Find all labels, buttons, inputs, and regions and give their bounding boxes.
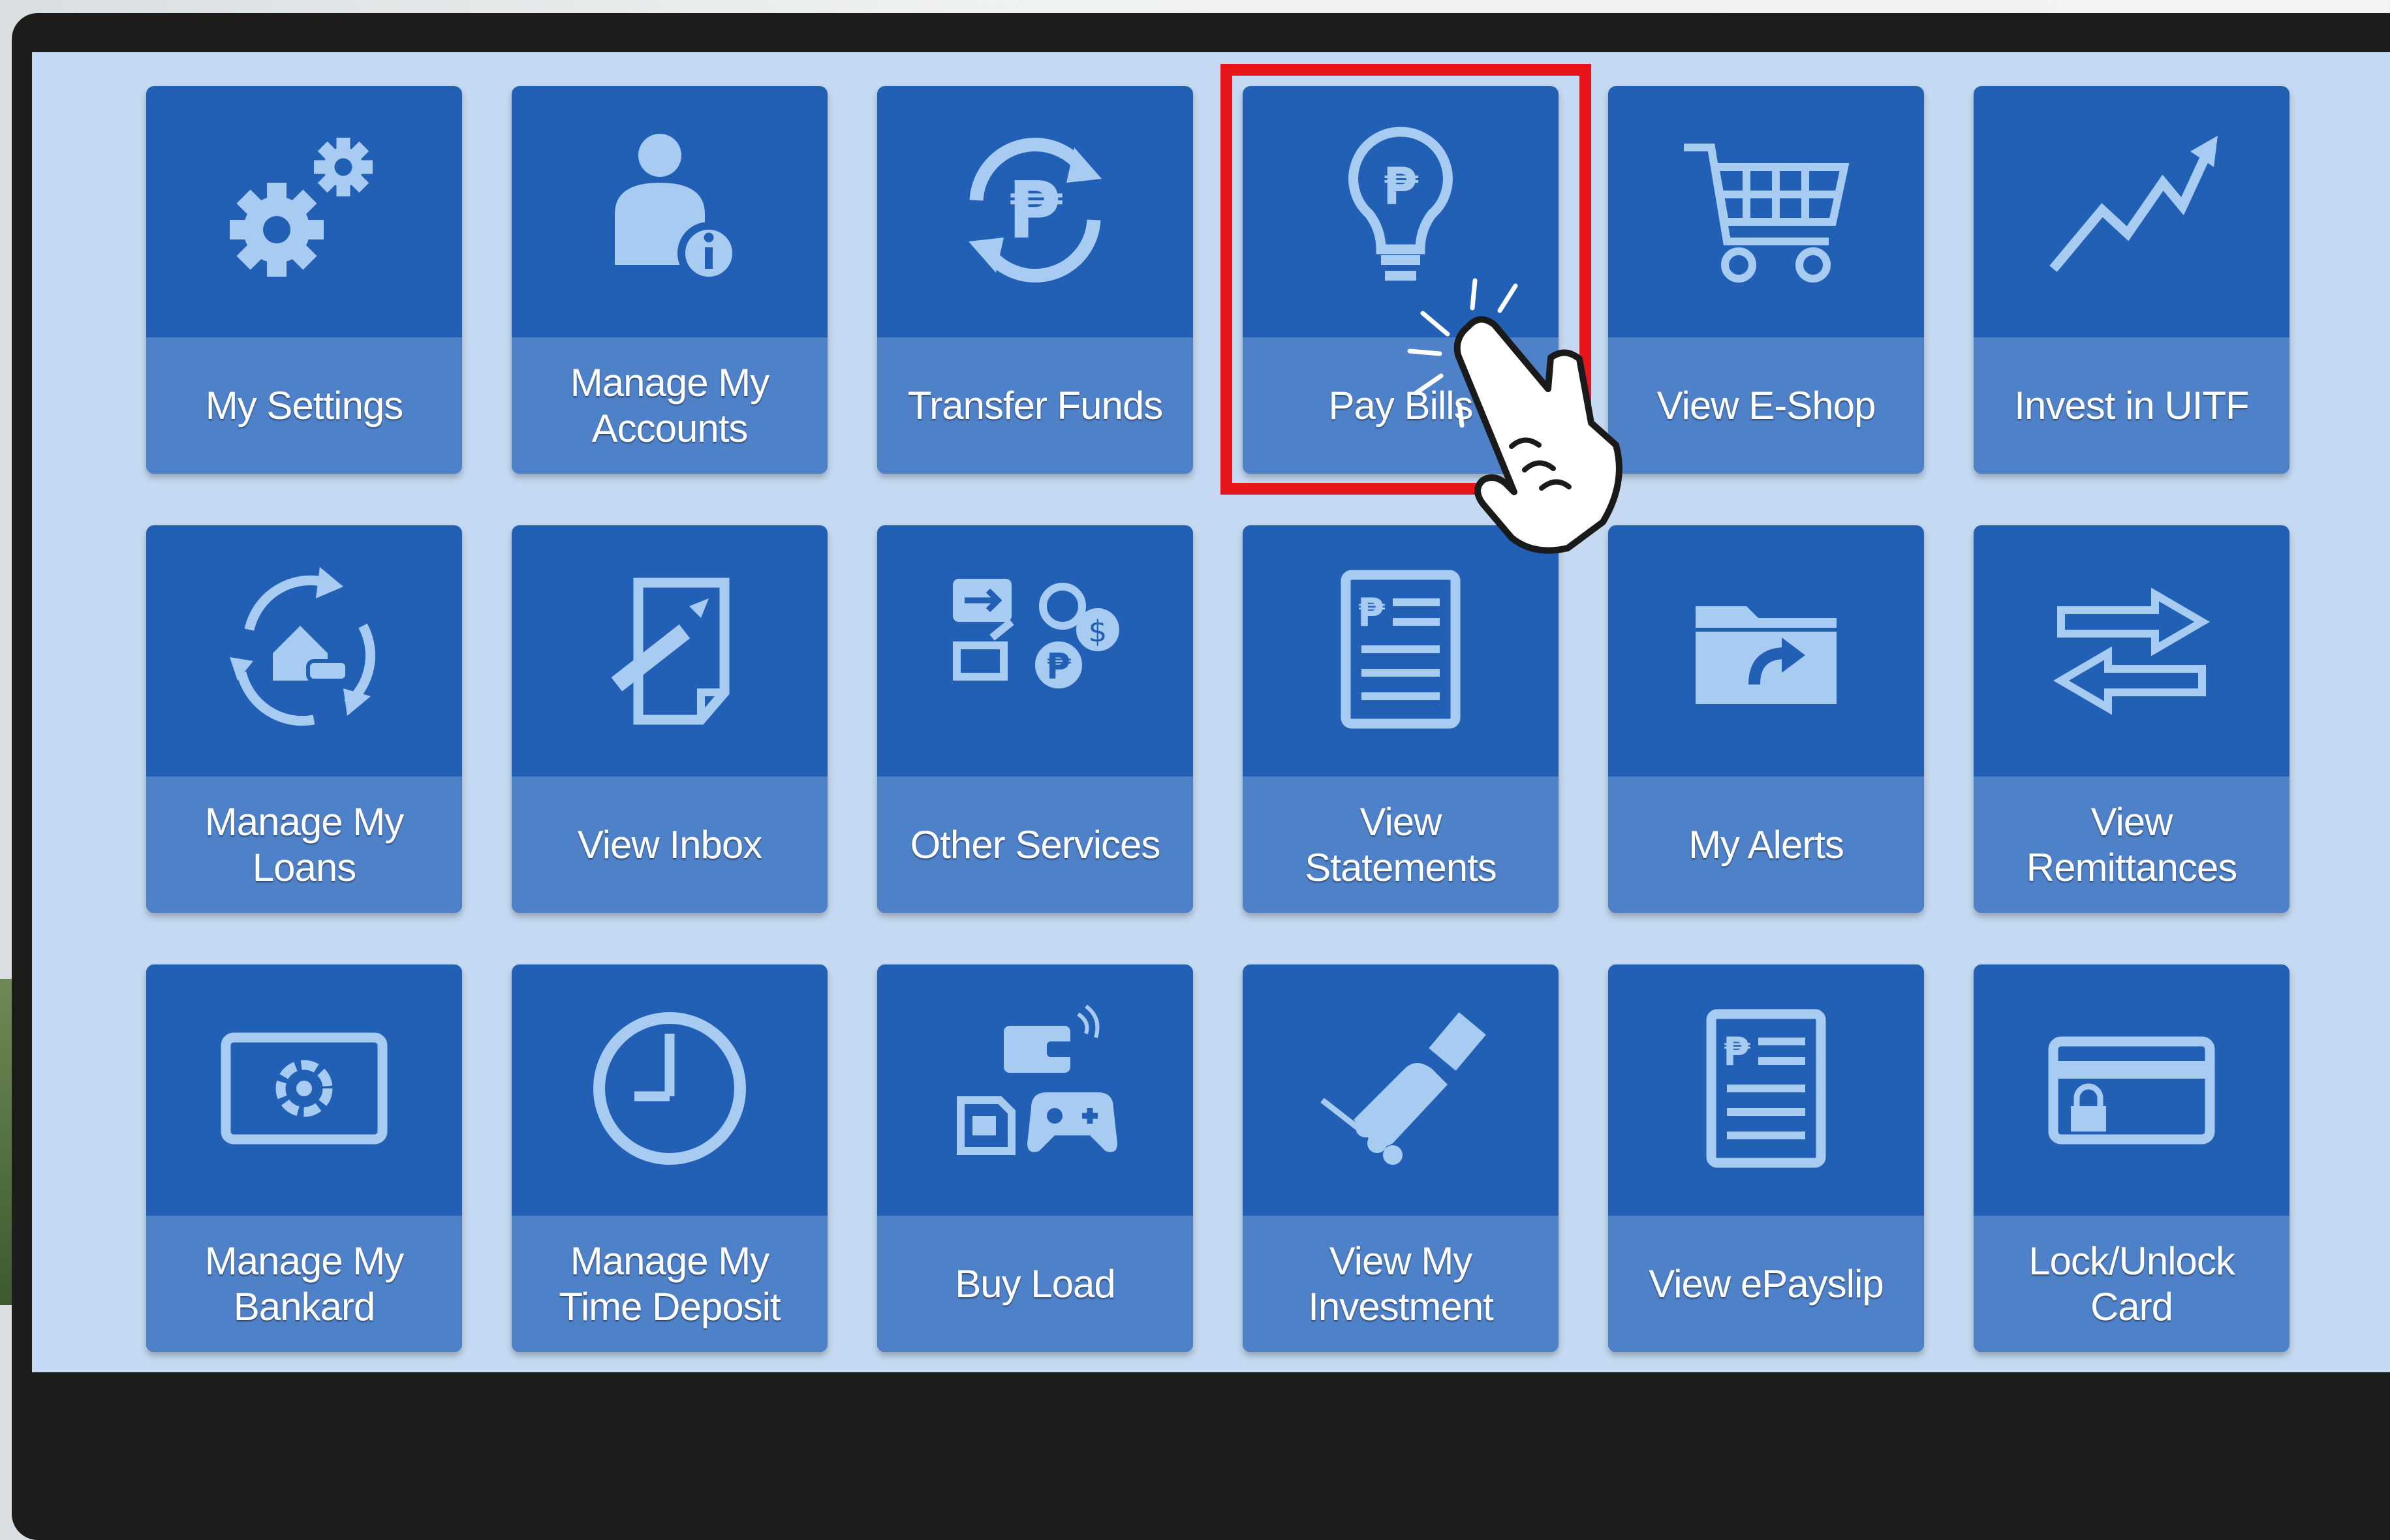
card-lock-icon — [2034, 991, 2229, 1190]
tile-label: Manage My Accounts — [570, 360, 769, 450]
house-car-cycle-icon — [206, 551, 402, 750]
tile-view-my-investment[interactable]: View My Investment — [1243, 964, 1559, 1352]
svg-text:₱: ₱ — [1723, 1029, 1750, 1075]
trend-up-icon — [2034, 112, 2229, 311]
tile-view-remittances[interactable]: View Remittances — [1974, 525, 2289, 913]
tile-buy-load[interactable]: Buy Load — [877, 964, 1193, 1352]
tile-label: View Statements — [1305, 799, 1497, 889]
tile-label: View ePayslip — [1649, 1261, 1884, 1306]
tile-transfer-funds[interactable]: ₱ Transfer Funds — [877, 86, 1193, 474]
statement-document-icon: ₱ — [1303, 551, 1498, 750]
tile-other-services[interactable]: $ ₱ Other Services — [877, 525, 1193, 913]
peso-transfer-icon: ₱ — [937, 112, 1133, 311]
tile-label: Manage My Bankard — [204, 1239, 404, 1329]
tile-label: Invest in UITF — [2014, 383, 2249, 427]
tile-my-alerts[interactable]: My Alerts — [1608, 525, 1924, 913]
tile-label: View Inbox — [577, 822, 762, 867]
tile-manage-my-time-deposit[interactable]: Manage My Time Deposit — [512, 964, 828, 1352]
services-coins-icon: $ ₱ — [937, 551, 1133, 750]
tile-manage-my-bankard[interactable]: Manage My Bankard — [146, 964, 462, 1352]
tile-manage-my-accounts[interactable]: Manage My Accounts — [512, 86, 828, 474]
payslip-document-icon: ₱ — [1668, 991, 1864, 1190]
shopping-cart-icon — [1668, 112, 1864, 311]
app-screen: My Settings Manage My Accounts ₱ Transfe… — [32, 52, 2390, 1372]
hand-pointer-icon — [1397, 274, 1697, 574]
svg-text:₱: ₱ — [1008, 166, 1063, 256]
tile-label: Buy Load — [955, 1261, 1116, 1306]
bankard-card-icon — [206, 991, 402, 1190]
tile-my-settings[interactable]: My Settings — [146, 86, 462, 474]
tile-label: View My Investment — [1308, 1239, 1493, 1329]
tile-manage-my-loans[interactable]: Manage My Loans — [146, 525, 462, 913]
svg-text:₱: ₱ — [1046, 646, 1071, 687]
exchange-arrows-icon — [2034, 551, 2229, 750]
tile-view-inbox[interactable]: View Inbox — [512, 525, 828, 913]
svg-text:₱: ₱ — [1358, 590, 1385, 636]
tile-label: Lock/Unlock Card — [2028, 1239, 2235, 1329]
tile-invest-in-uitf[interactable]: Invest in UITF — [1974, 86, 2289, 474]
tile-view-epayslip[interactable]: ₱ View ePayslip — [1608, 964, 1924, 1352]
tile-view-statements[interactable]: ₱ View Statements — [1243, 525, 1559, 913]
handshake-icon — [1303, 991, 1498, 1190]
clock-icon — [572, 991, 768, 1190]
folder-arrow-icon — [1668, 551, 1864, 750]
compose-note-icon — [572, 551, 768, 750]
wallet-sim-gamepad-icon — [937, 991, 1133, 1190]
tile-label: Transfer Funds — [907, 383, 1164, 427]
tile-lock-unlock-card[interactable]: Lock/Unlock Card — [1974, 964, 2289, 1352]
gears-icon — [206, 112, 402, 311]
tile-label: View Remittances — [2026, 799, 2237, 889]
account-info-icon — [572, 112, 768, 311]
tile-label: My Alerts — [1688, 822, 1844, 867]
tile-label: Manage My Time Deposit — [559, 1239, 781, 1329]
tile-label: Other Services — [910, 822, 1161, 867]
tile-label: My Settings — [205, 383, 403, 427]
svg-text:$: $ — [1089, 614, 1108, 649]
tile-label: Manage My Loans — [204, 799, 404, 889]
